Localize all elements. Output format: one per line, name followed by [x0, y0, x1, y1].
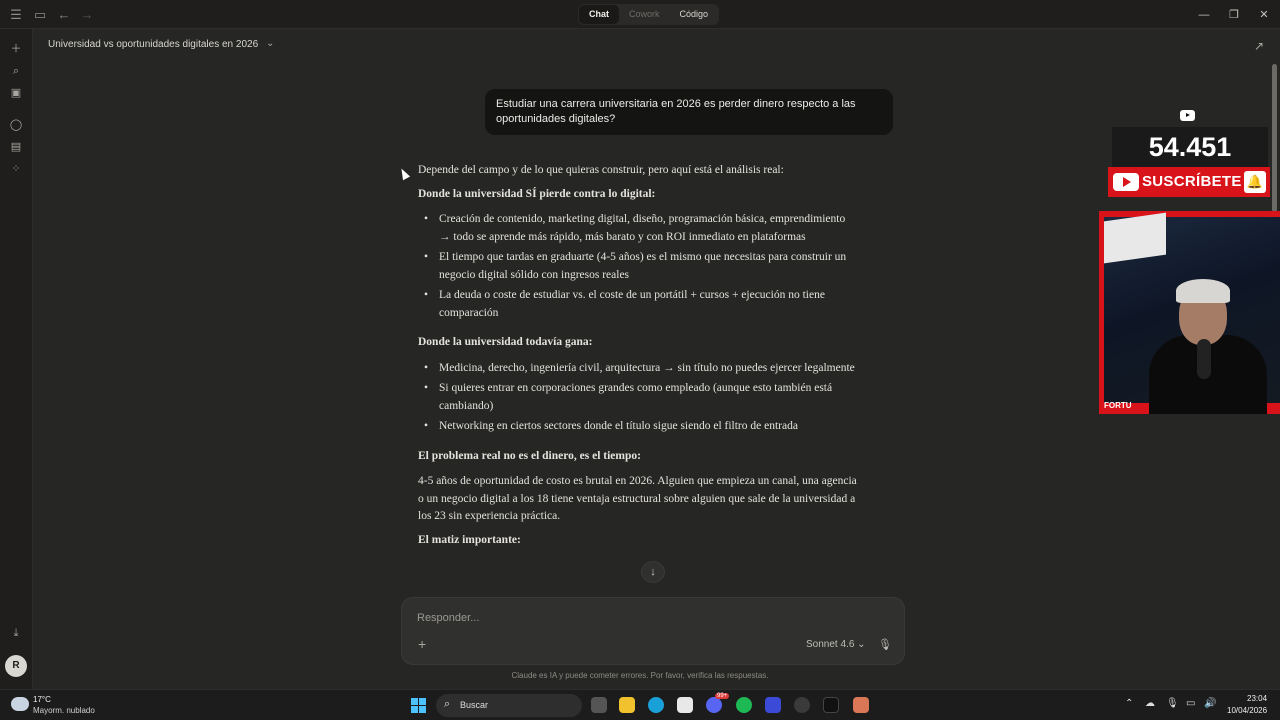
subscriber-count: 54.451 [1112, 127, 1268, 167]
chats-icon[interactable]: ◯ [8, 117, 24, 133]
back-arrow-icon[interactable]: ← [56, 7, 72, 23]
conversation-title[interactable]: Universidad vs oportunidades digitales e… [48, 39, 258, 50]
edge-icon[interactable] [648, 697, 664, 713]
windows-start-icon[interactable] [411, 698, 426, 713]
youtube-play-icon [1113, 173, 1139, 191]
minimize-button[interactable]: — [1196, 7, 1212, 23]
spotify-icon[interactable] [736, 697, 752, 713]
sidebar: ＋ ⌕ ▣ ◯ ▤ ⁘ ⤓ R [0, 29, 33, 689]
answer-intro: Depende del campo y de lo que quieras co… [418, 164, 784, 176]
mouse-cursor-icon [397, 166, 411, 181]
download-icon[interactable]: ⤓ [8, 625, 24, 641]
section-heading: Donde la universidad todavía gana: [418, 336, 593, 348]
reply-input[interactable]: Responder... [417, 612, 479, 624]
chatgpt-icon[interactable] [794, 697, 810, 713]
clock-date[interactable]: 10/04/2026 [1227, 706, 1267, 715]
subscribe-banner: SUSCRÍBETE 🔔 [1108, 167, 1270, 197]
search-label: Buscar [460, 700, 489, 710]
search-icon[interactable]: ⌕ [8, 63, 24, 79]
file-explorer-icon[interactable] [619, 697, 635, 713]
tab-chat[interactable]: Chat [579, 5, 619, 24]
webcam-feed: FORTU [1099, 211, 1280, 414]
volume-icon[interactable]: 🔊 [1204, 698, 1216, 709]
projects-icon[interactable]: ▤ [8, 139, 24, 155]
taskbar-search[interactable]: ⌕ Buscar [436, 694, 582, 717]
list-item: Networking en ciertos sectores donde el … [418, 418, 858, 436]
webcam-person-cap [1176, 279, 1230, 303]
microphone-stand [1197, 339, 1211, 379]
assistant-message: Depende del campo y de lo que quieras co… [418, 162, 858, 557]
youtube-icon [1180, 110, 1195, 121]
share-icon[interactable]: ↗ [1254, 39, 1264, 53]
taskbar: 17°C Mayorm. nublado ⌕ Buscar 99+ ⌃ ☁ 🎙 … [0, 689, 1280, 720]
discord-icon[interactable] [706, 697, 722, 713]
terminal-icon[interactable] [823, 697, 839, 713]
list-item: Medicina, derecho, ingeniería civil, arq… [418, 360, 858, 378]
new-chat-icon[interactable]: ＋ [8, 41, 24, 57]
scrollbar[interactable] [1272, 64, 1277, 212]
discord-badge: 99+ [715, 693, 730, 699]
arc-icon[interactable] [765, 697, 781, 713]
title-bar: ☰ ▭ ← → Chat Cowork Código — ❐ ✕ [0, 0, 1280, 29]
clock-time[interactable]: 23:04 [1247, 694, 1267, 703]
list-item: El tiempo que tardas en graduarte (4-5 a… [418, 249, 858, 284]
menu-icon[interactable]: ☰ [8, 7, 24, 23]
paragraph: 4-5 años de oportunidad de costo es brut… [418, 475, 857, 522]
network-icon[interactable]: ▭ [1186, 698, 1195, 709]
task-view-icon[interactable] [591, 697, 607, 713]
microphone-icon[interactable]: 🎙 [1166, 698, 1179, 709]
claude-icon[interactable] [853, 697, 869, 713]
subscribe-label: SUSCRÍBETE [1142, 173, 1242, 190]
mode-tabs: Chat Cowork Código [578, 4, 720, 25]
composer: Responder... + Sonnet 4.6 ⌄ 🎙 [401, 597, 905, 665]
briefcase-icon[interactable]: ▣ [8, 85, 24, 101]
tab-codigo[interactable]: Código [670, 5, 719, 24]
list-item: Creación de contenido, marketing digital… [418, 211, 858, 246]
section-heading: El problema real no es el dinero, es el … [418, 449, 641, 462]
forward-arrow-icon[interactable]: → [79, 7, 95, 23]
streamer-name: FORTU [1104, 401, 1132, 410]
disclaimer: Claude es IA y puede cometer errores. Po… [511, 671, 769, 680]
close-button[interactable]: ✕ [1256, 7, 1272, 23]
section-heading: Donde la universidad SÍ pierde contra lo… [418, 187, 656, 200]
section-heading: El matiz importante: [418, 533, 521, 546]
sidebar-toggle-icon[interactable]: ▭ [32, 7, 48, 23]
chevron-down-icon[interactable]: ⌄ [266, 38, 274, 49]
artifacts-icon[interactable]: ⁘ [8, 161, 24, 177]
list-item: Si quieres entrar en corporaciones grand… [418, 380, 858, 415]
tab-cowork[interactable]: Cowork [619, 5, 670, 24]
scroll-down-button[interactable]: ↓ [641, 561, 665, 583]
add-attachment-icon[interactable]: + [418, 636, 426, 652]
microphone-icon[interactable]: 🎙 [878, 638, 892, 651]
list-item: La deuda o coste de estudiar vs. el cost… [418, 287, 858, 322]
onedrive-icon[interactable]: ☁ [1145, 698, 1155, 709]
section-list: Medicina, derecho, ingeniería civil, arq… [418, 360, 858, 436]
barcode-sticker [1104, 212, 1166, 264]
model-selector[interactable]: Sonnet 4.6 ⌄ [806, 639, 866, 650]
chevron-up-icon[interactable]: ⌃ [1125, 698, 1133, 709]
weather-description[interactable]: Mayorm. nublado [33, 706, 95, 715]
webcam-image [1104, 212, 1280, 414]
cloud-icon[interactable] [11, 697, 29, 711]
store-icon[interactable] [677, 697, 693, 713]
restore-button[interactable]: ❐ [1226, 7, 1242, 23]
section-list: Creación de contenido, marketing digital… [418, 211, 858, 322]
user-message: Estudiar una carrera universitaria en 20… [485, 89, 893, 135]
search-icon: ⌕ [444, 698, 451, 710]
weather-temperature[interactable]: 17°C [33, 695, 51, 704]
bell-icon: 🔔 [1244, 171, 1266, 193]
